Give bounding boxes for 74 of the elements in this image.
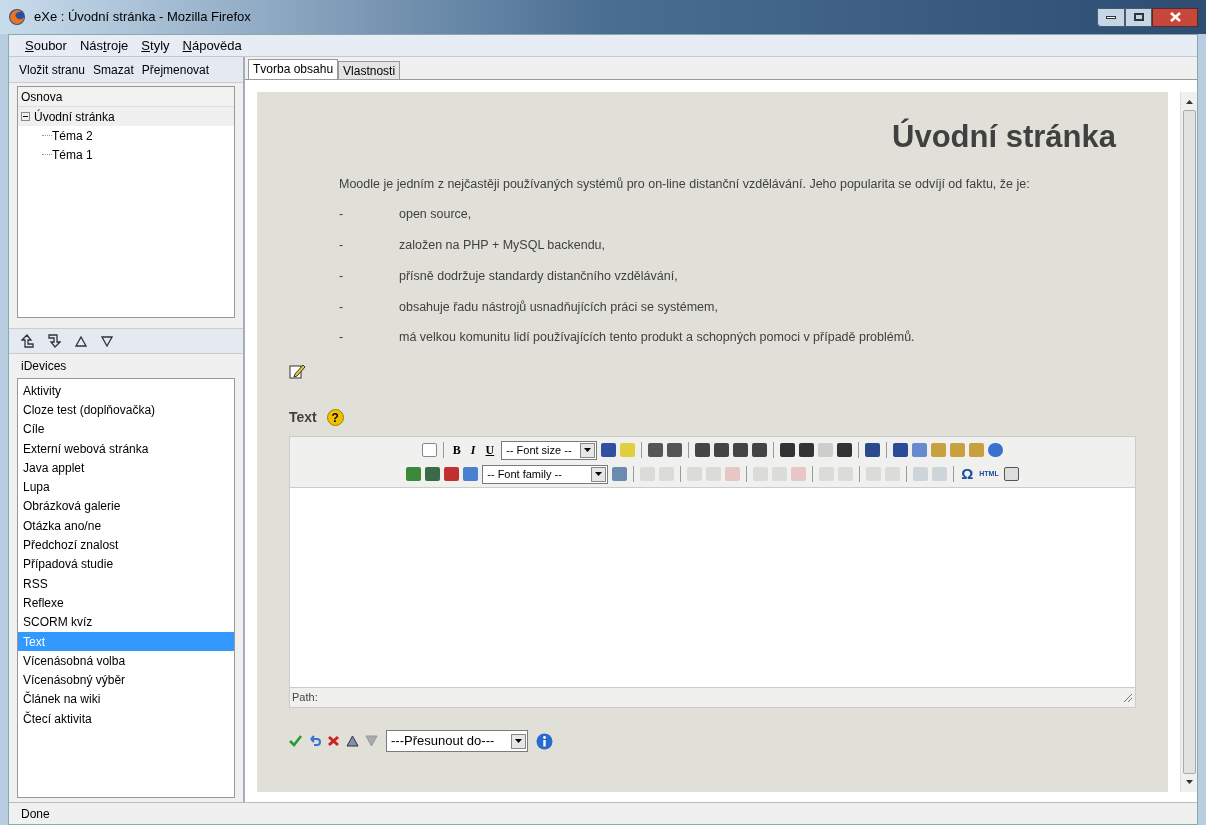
resize-grip-icon[interactable]: [1123, 692, 1133, 703]
idevice-item[interactable]: Obrázková galerie: [18, 496, 234, 517]
toolbar-button[interactable]: Smazat: [93, 60, 134, 79]
list-marker: -: [339, 267, 345, 285]
tree-item[interactable]: Úvodní stránka: [18, 107, 234, 126]
window-title: eXe : Úvodní stránka - Mozilla Firefox: [34, 8, 251, 27]
field-label: Text: [289, 408, 317, 427]
minimize-button[interactable]: [1097, 7, 1125, 27]
font-family-select[interactable]: -- Font family --: [482, 464, 609, 484]
idevice-item[interactable]: Otázka ano/ne: [18, 516, 234, 536]
idevice-item[interactable]: Vícenásobná volba: [18, 651, 234, 671]
idevice-item[interactable]: RSS: [18, 573, 234, 594]
list-item-text: má velkou komunitu lidí používajících tento produkt a schopných pomoci v případě problémů.: [399, 329, 915, 347]
edit-icon[interactable]: [289, 363, 305, 379]
font-size-select[interactable]: -- Font size --: [501, 440, 598, 460]
idevice-item[interactable]: Externí webová stránka: [18, 438, 234, 459]
special-character-button[interactable]: Ω: [958, 462, 977, 486]
list-item-text: založen na PHP + MySQL backendu,: [399, 237, 606, 254]
tab[interactable]: Tvorba obsahu: [248, 59, 339, 79]
idevice-item[interactable]: Lupa: [18, 477, 234, 497]
triangle-down-icon[interactable]: [101, 335, 113, 347]
idevice-item[interactable]: Java applet: [18, 458, 234, 478]
scroll-down-icon[interactable]: [1185, 780, 1193, 784]
tree-item[interactable]: Téma 1: [52, 145, 93, 164]
list-marker: -: [339, 329, 345, 347]
menu-item[interactable]: Nástroje: [79, 35, 129, 56]
tree-item[interactable]: Téma 2: [52, 126, 93, 145]
arrow-up-left-icon[interactable]: [21, 334, 34, 348]
list-marker: -: [339, 237, 345, 254]
help-button[interactable]: ?: [326, 409, 344, 426]
italic-button[interactable]: I: [465, 441, 481, 459]
scrollbar[interactable]: [1180, 92, 1197, 792]
idevice-item[interactable]: SCORM kvíz: [18, 612, 234, 632]
page-title: Úvodní stránka: [892, 117, 1116, 156]
delete-icon[interactable]: [327, 735, 340, 747]
idevice-item[interactable]: Předchozí znalost: [18, 535, 234, 555]
info-icon[interactable]: [536, 732, 553, 750]
idevice-item[interactable]: Aktivity: [18, 381, 234, 401]
tab[interactable]: Vlastnosti: [338, 61, 401, 79]
idevice-item[interactable]: Případová studie: [18, 554, 234, 574]
outline-header: Osnova: [18, 87, 234, 107]
idevice-item[interactable]: Reflexe: [18, 593, 234, 613]
move-to-select[interactable]: ---Přesunout do---: [386, 730, 528, 752]
idevice-item[interactable]: Článek na wiki: [18, 689, 234, 710]
menu-item[interactable]: Styly: [141, 35, 170, 56]
list-item-text: obsahuje řadu nástrojů usnadňujících práci se systémem,: [399, 298, 718, 316]
path-label: Path:: [292, 690, 318, 706]
idevice-item[interactable]: Cloze test (doplňovačka): [18, 400, 234, 420]
idevices-header: iDevices: [20, 358, 68, 375]
maximize-button[interactable]: [1125, 7, 1152, 27]
toolbar-button[interactable]: Přejmenovat: [141, 60, 210, 79]
triangle-up-icon[interactable]: [346, 735, 359, 747]
menu-item[interactable]: Nápověda: [182, 35, 242, 56]
checkmark-icon[interactable]: [289, 735, 302, 747]
intro-paragraph: Moodle je jedním z nejčastěji používaných systémů pro on-line distanční vzdělávání. Jeho popularita se odvíjí od faktu, že je:: [339, 175, 1031, 193]
firefox-icon: [8, 8, 26, 26]
status-text: Done: [21, 805, 50, 823]
scroll-up-icon[interactable]: [1185, 100, 1193, 104]
underline-button[interactable]: U: [480, 441, 500, 459]
list-item-text: přísně dodržuje standardy distančního vzdělávání,: [399, 267, 678, 285]
idevice-item[interactable]: Cíle: [18, 419, 234, 439]
idevice-item[interactable]: Čtecí aktivita: [18, 709, 234, 729]
idevice-item[interactable]: Vícenásobný výběr: [18, 670, 234, 690]
menu-item[interactable]: Soubor: [25, 35, 67, 56]
bold-button[interactable]: B: [447, 441, 466, 459]
arrow-down-right-icon[interactable]: [48, 334, 61, 348]
collapse-toggle[interactable]: [21, 112, 30, 121]
list-marker: -: [339, 206, 345, 224]
close-icon: [1169, 12, 1181, 22]
toolbar-button[interactable]: Vložit stranu: [19, 60, 86, 79]
close-button[interactable]: [1152, 7, 1198, 27]
list-item-text: open source,: [399, 206, 472, 224]
triangle-up-icon[interactable]: [75, 335, 87, 347]
list-marker: -: [339, 298, 345, 316]
